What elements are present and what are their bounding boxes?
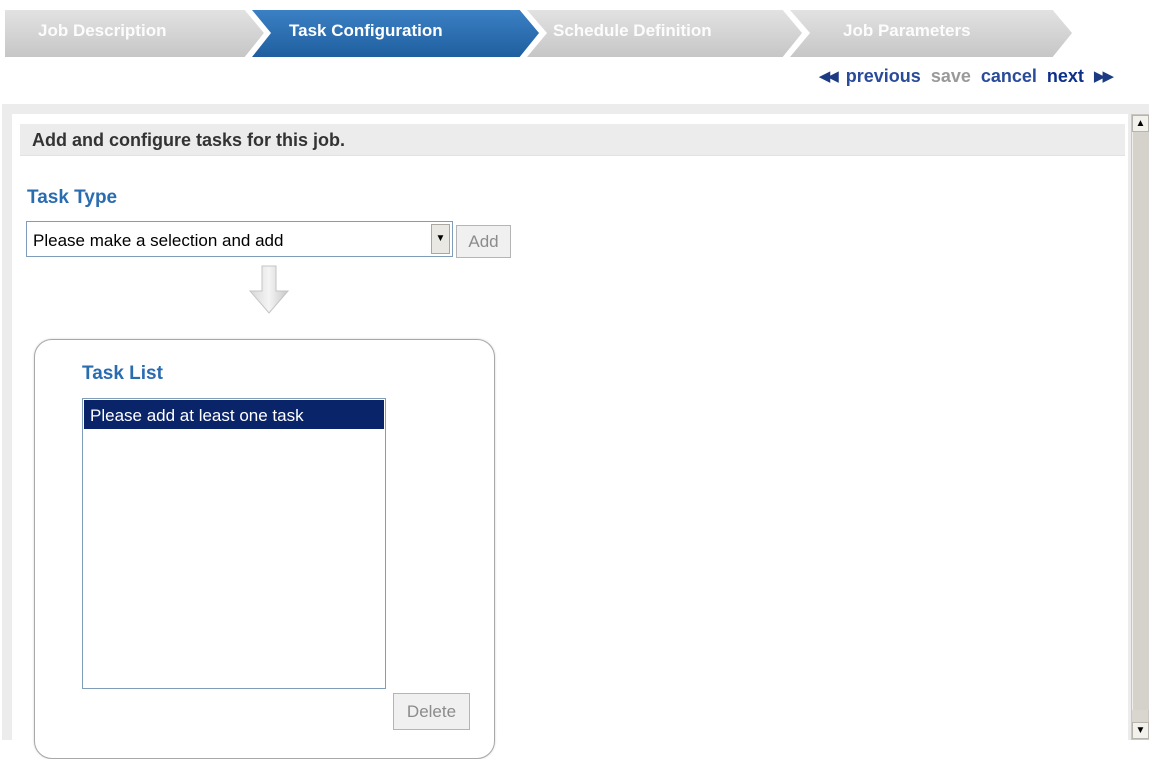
step-job-parameters[interactable]: Job Parameters <box>843 21 971 41</box>
instructions-banner: Add and configure tasks for this job. <box>20 124 1125 156</box>
scroll-up-icon[interactable]: ▲ <box>1132 115 1149 132</box>
double-left-arrow-icon[interactable]: ◀◀ <box>819 67 839 85</box>
task-type-select[interactable]: Please make a selection and add ▼ <box>26 221 453 257</box>
cancel-link[interactable]: cancel <box>981 66 1037 87</box>
scroll-down-icon[interactable]: ▼ <box>1132 722 1149 739</box>
task-list-heading: Task List <box>82 363 163 384</box>
add-button[interactable]: Add <box>456 225 511 258</box>
double-right-arrow-icon[interactable]: ▶▶ <box>1094 67 1114 85</box>
delete-button[interactable]: Delete <box>393 693 470 730</box>
down-arrow-icon <box>248 265 290 314</box>
wizard-actions: ◀◀ previous save cancel next ▶▶ <box>819 62 1114 90</box>
task-type-select-value: Please make a selection and add <box>33 231 284 250</box>
chevron-down-icon[interactable]: ▼ <box>431 224 450 254</box>
task-type-heading: Task Type <box>27 187 118 208</box>
step-task-configuration[interactable]: Task Configuration <box>289 21 443 41</box>
save-link[interactable]: save <box>931 66 971 87</box>
task-listbox[interactable]: Please add at least one task <box>82 398 386 689</box>
wizard-steps: Job Description Task Configuration Sched… <box>0 0 1149 64</box>
next-link[interactable]: next <box>1047 66 1084 87</box>
vertical-scrollbar[interactable]: ▲ ▼ <box>1128 104 1149 740</box>
step-schedule-definition[interactable]: Schedule Definition <box>553 21 712 41</box>
scrollbar-thumb[interactable] <box>1132 132 1149 710</box>
task-list-item[interactable]: Please add at least one task <box>84 400 384 429</box>
previous-link[interactable]: previous <box>846 66 921 87</box>
scrollbar-track[interactable]: ▲ ▼ <box>1131 114 1149 740</box>
step-job-description[interactable]: Job Description <box>38 21 166 41</box>
